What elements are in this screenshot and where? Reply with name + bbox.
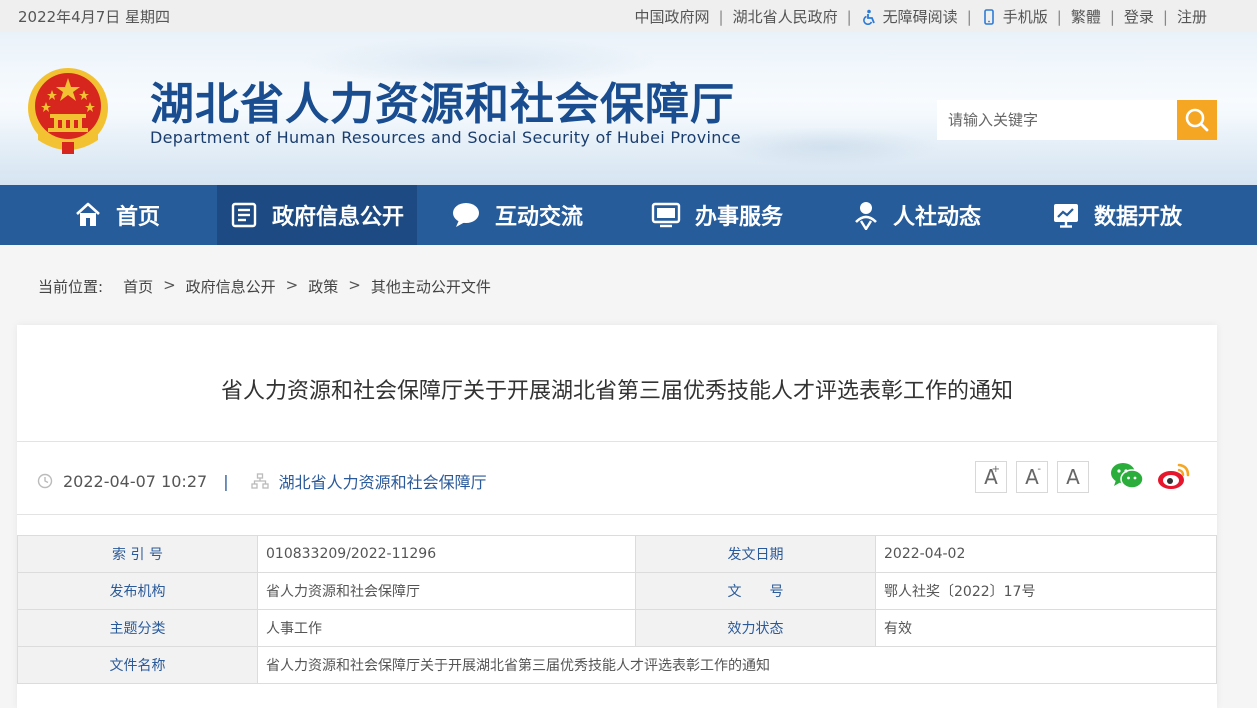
breadcrumb-item[interactable]: 政府信息公开	[186, 276, 276, 297]
font-larger-button[interactable]: A +	[975, 461, 1007, 493]
search-input[interactable]	[937, 100, 1177, 140]
chart-screen-icon	[1053, 204, 1078, 228]
font-reset-label: A	[1066, 465, 1080, 489]
breadcrumb-separator: >	[348, 276, 361, 294]
info-value: 010833209/2022-11296	[257, 535, 636, 573]
info-key: 文 号	[635, 572, 876, 610]
search-button[interactable]	[1177, 100, 1217, 140]
font-size-controls: A + A- A	[975, 461, 1098, 493]
top-links: 中国政府网 | 湖北省人民政府 | 无障碍阅读 | 手机版 | 繁體 | 登录 …	[635, 6, 1207, 27]
search-box	[937, 100, 1217, 140]
clock-icon	[37, 473, 53, 489]
table-row: 索 引 号 010833209/2022-11296 发文日期 2022-04-…	[17, 535, 1217, 573]
document-info-table: 索 引 号 010833209/2022-11296 发文日期 2022-04-…	[17, 535, 1217, 684]
info-key: 主题分类	[17, 609, 258, 647]
nav-label: 政府信息公开	[271, 205, 404, 230]
current-date: 2022年4月7日 星期四	[18, 8, 171, 26]
nav-label: 互动交流	[494, 205, 583, 230]
info-value: 人事工作	[257, 609, 636, 647]
divider: |	[223, 471, 229, 491]
weibo-share-icon[interactable]	[1157, 461, 1191, 491]
breadcrumb-label: 当前位置:	[38, 278, 104, 296]
phone-icon	[981, 8, 997, 25]
breadcrumb-item[interactable]: 政策	[308, 276, 338, 297]
link-traditional[interactable]: 繁體	[1071, 6, 1101, 27]
font-reset-button[interactable]: A	[1057, 461, 1089, 493]
divider: |	[1162, 7, 1168, 26]
nav-label: 首页	[115, 205, 160, 230]
nav-item-gov-info[interactable]: 政府信息公开	[217, 185, 417, 245]
link-accessibility[interactable]: 无障碍阅读	[861, 6, 958, 27]
info-value: 2022-04-02	[875, 535, 1217, 573]
link-gov-cn[interactable]: 中国政府网	[635, 6, 710, 27]
site-subtitle: Department of Human Resources and Social…	[150, 128, 741, 147]
monitor-icon	[651, 202, 681, 228]
nav-item-open-data[interactable]: 数据开放	[1017, 185, 1217, 245]
document-list-icon	[231, 202, 257, 228]
font-smaller-mark: -	[1037, 464, 1041, 475]
info-value: 省人力资源和社会保障厅	[257, 572, 636, 610]
breadcrumb-item[interactable]: 首页	[123, 276, 153, 297]
breadcrumb-separator: >	[163, 276, 176, 294]
nav-item-home[interactable]: 首页	[17, 185, 217, 245]
breadcrumb-separator: >	[285, 276, 299, 294]
article-card: 省人力资源和社会保障厅关于开展湖北省第三届优秀技能人才评选表彰工作的通知 202…	[17, 325, 1217, 708]
nav-item-services[interactable]: 办事服务	[617, 185, 817, 245]
breadcrumb: 当前位置: 首页 > 政府信息公开 > 政策 > 其他主动公开文件	[38, 276, 491, 297]
table-row: 主题分类 人事工作 效力状态 有效	[17, 609, 1217, 647]
divider: |	[966, 7, 972, 26]
link-mobile-label: 手机版	[1002, 8, 1048, 26]
info-value: 有效	[875, 609, 1217, 647]
chat-bubble-icon	[452, 203, 479, 227]
site-header: 湖北省人力资源和社会保障厅 Department of Human Resour…	[0, 32, 1257, 185]
national-emblem-icon[interactable]	[24, 64, 112, 156]
info-key: 文件名称	[17, 646, 258, 684]
nav-label: 办事服务	[694, 205, 783, 230]
breadcrumb-item[interactable]: 其他主动公开文件	[371, 276, 491, 297]
article-meta: 2022-04-07 10:27 | 湖北省人力资源和社会保障厅	[37, 469, 487, 493]
nav-item-news[interactable]: 人社动态	[817, 185, 1017, 245]
divider: |	[718, 7, 724, 26]
publish-datetime: 2022-04-07 10:27	[63, 471, 208, 491]
link-hubei-gov[interactable]: 湖北省人民政府	[733, 6, 838, 27]
wechat-share-icon[interactable]	[1110, 461, 1144, 491]
info-value: 省人力资源和社会保障厅关于开展湖北省第三届优秀技能人才评选表彰工作的通知	[257, 646, 1217, 684]
org-structure-icon	[250, 473, 269, 489]
divider: |	[1056, 7, 1062, 26]
info-key: 发文日期	[635, 535, 876, 573]
info-key: 索 引 号	[17, 535, 258, 573]
link-mobile[interactable]: 手机版	[981, 6, 1048, 27]
link-accessibility-label: 无障碍阅读	[882, 8, 958, 26]
info-value: 鄂人社奖〔2022〕17号	[875, 572, 1217, 610]
person-badge-icon	[855, 202, 877, 230]
font-larger-mark: +	[991, 464, 1000, 475]
article-title: 省人力资源和社会保障厅关于开展湖北省第三届优秀技能人才评选表彰工作的通知	[220, 379, 1013, 404]
publisher-name: 湖北省人力资源和社会保障厅	[278, 473, 487, 492]
divider: |	[1109, 7, 1115, 26]
font-smaller-button[interactable]: A-	[1016, 461, 1048, 493]
search-icon	[1185, 108, 1209, 132]
nav-label: 数据开放	[1093, 205, 1182, 230]
info-key: 效力状态	[635, 609, 876, 647]
divider	[17, 514, 1217, 515]
site-title: 湖北省人力资源和社会保障厅	[150, 79, 735, 130]
top-bar: 2022年4月7日 星期四 中国政府网 | 湖北省人民政府 | 无障碍阅读 | …	[0, 0, 1257, 32]
nav-label: 人社动态	[892, 205, 981, 230]
wheelchair-icon	[861, 9, 877, 25]
divider: |	[846, 7, 852, 26]
table-row: 文件名称 省人力资源和社会保障厅关于开展湖北省第三届优秀技能人才评选表彰工作的通…	[17, 646, 1217, 684]
home-icon	[76, 202, 100, 226]
table-row: 发布机构 省人力资源和社会保障厅 文 号 鄂人社奖〔2022〕17号	[17, 572, 1217, 610]
nav-item-interaction[interactable]: 互动交流	[417, 185, 617, 245]
link-login[interactable]: 登录	[1124, 6, 1154, 27]
main-nav: 首页 政府信息公开 互动交流 办事服务 人社动态 数据开放	[0, 185, 1257, 245]
info-key: 发布机构	[17, 572, 258, 610]
link-register[interactable]: 注册	[1177, 6, 1207, 27]
divider	[17, 441, 1217, 442]
